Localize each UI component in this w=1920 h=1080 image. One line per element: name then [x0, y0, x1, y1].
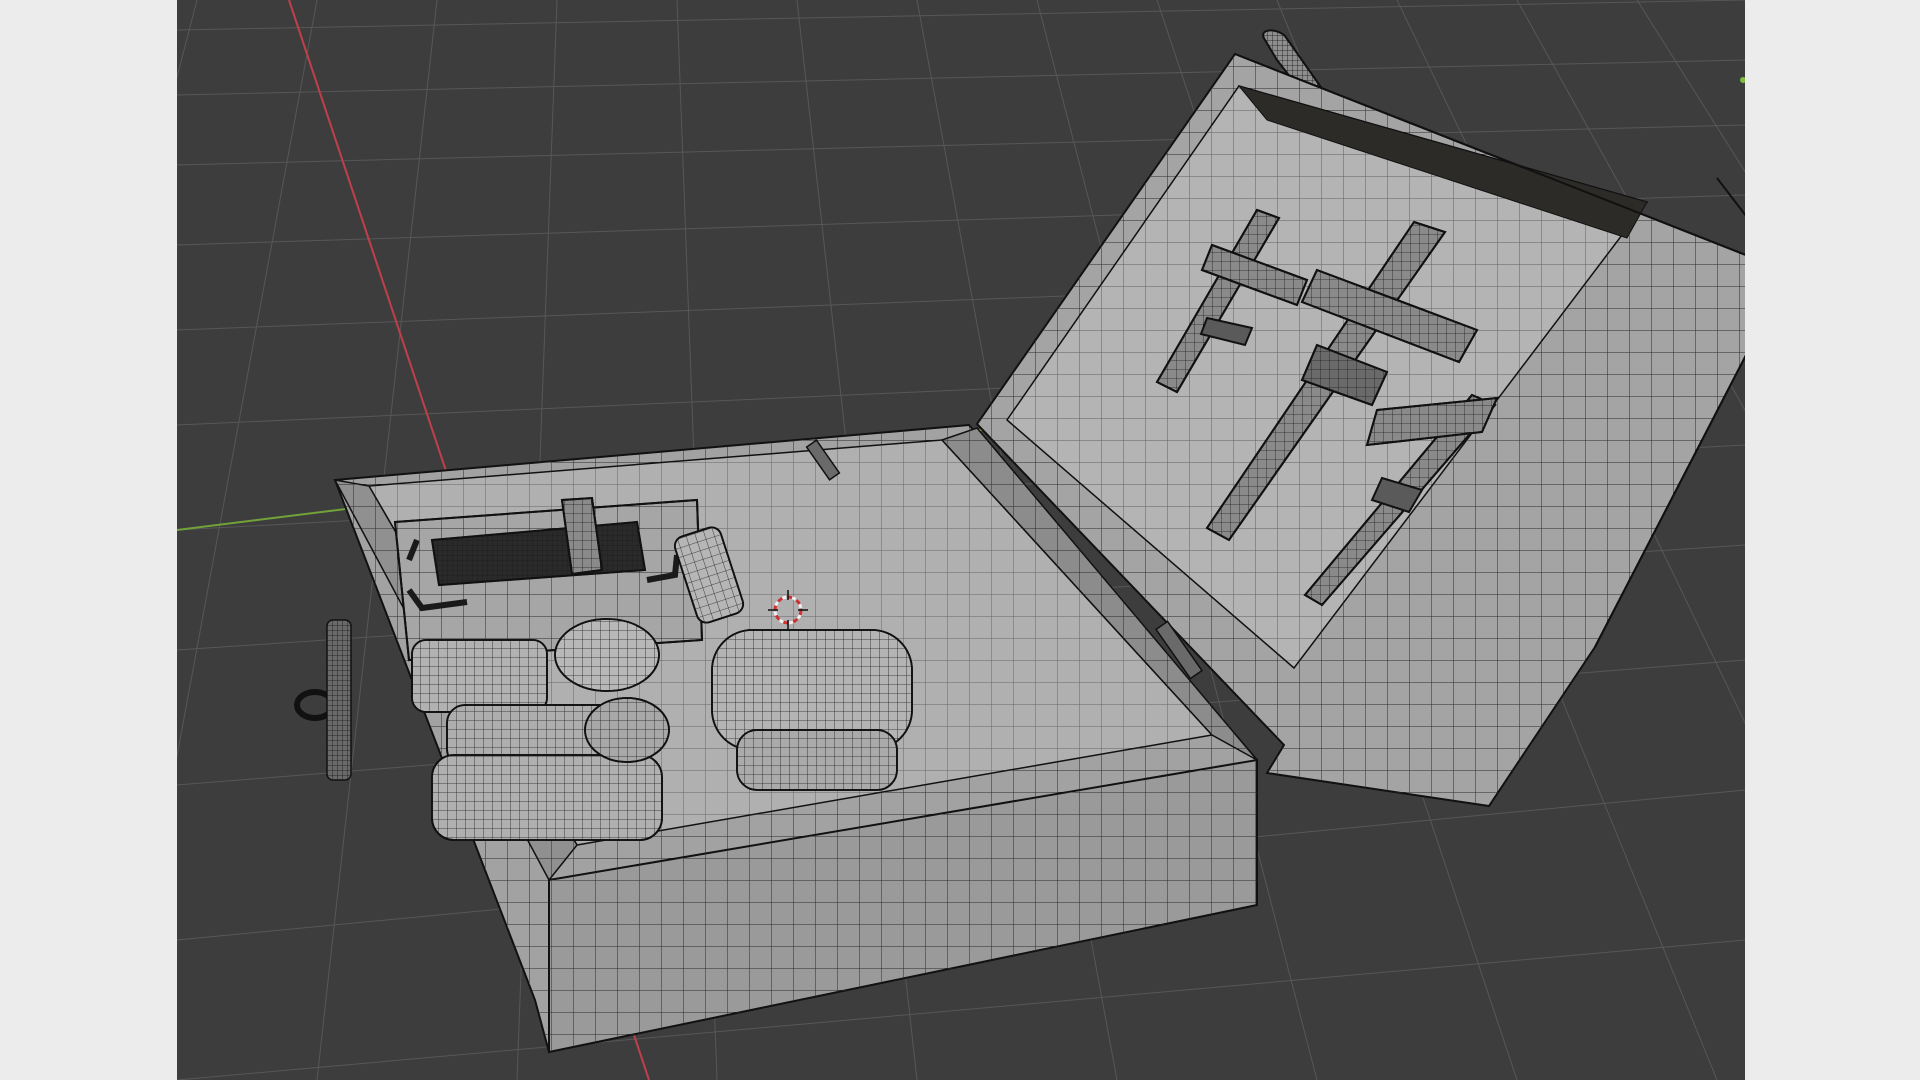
letterbox-left	[0, 0, 177, 1080]
letterbox-right	[1745, 0, 1920, 1080]
axis-gizmo-hint	[1740, 77, 1745, 83]
screen	[0, 0, 1920, 1080]
side-ring[interactable]	[294, 619, 352, 781]
tray-with-bar[interactable]	[393, 496, 704, 662]
3d-viewport[interactable]	[177, 0, 1745, 1080]
